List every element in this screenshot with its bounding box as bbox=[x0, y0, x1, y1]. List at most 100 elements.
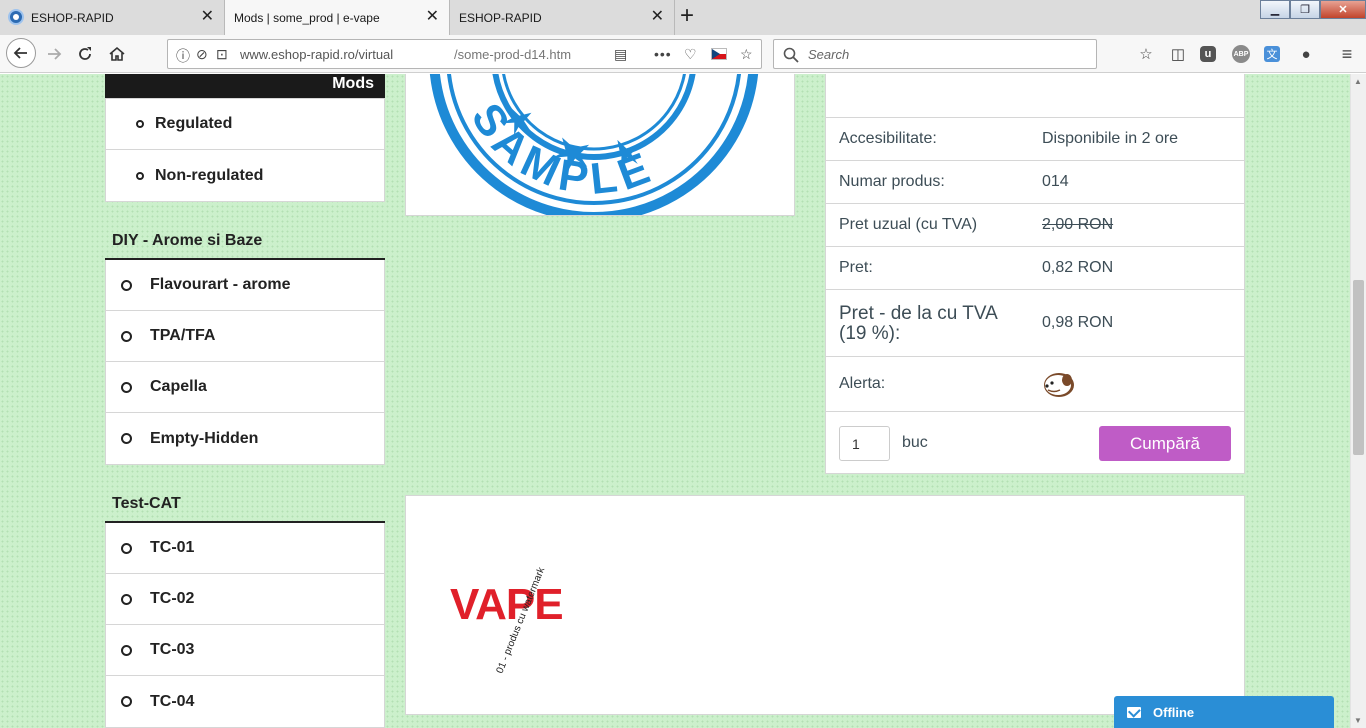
product-info-panel: Accesibilitate: Disponibile in 2 ore Num… bbox=[825, 74, 1245, 474]
sidebar-item-regulated[interactable]: Regulated bbox=[106, 99, 384, 150]
sidebar-item-tpa-tfa[interactable]: TPA/TFA bbox=[106, 311, 384, 362]
category-header-label: Mods bbox=[332, 75, 374, 92]
info-row-availability: Accesibilitate: Disponibile in 2 ore bbox=[826, 117, 1244, 160]
category-heading-test-cat[interactable]: Test-CAT bbox=[112, 495, 181, 513]
buy-button[interactable]: Cumpără bbox=[1099, 426, 1231, 461]
page-actions-menu-icon[interactable]: ••• bbox=[654, 46, 672, 62]
home-button[interactable] bbox=[104, 41, 130, 67]
sidebar-item-tc-01[interactable]: TC-01 bbox=[106, 523, 384, 574]
hamburger-menu-icon[interactable]: ≡ bbox=[1337, 44, 1357, 64]
tab-title: ESHOP-RAPID bbox=[459, 10, 542, 25]
tab-eshop-rapid-1[interactable]: ESHOP-RAPID ✕ bbox=[0, 0, 225, 35]
envelope-icon bbox=[1127, 706, 1141, 718]
tab-title: ESHOP-RAPID bbox=[31, 10, 114, 25]
sidebar-item-tc-04[interactable]: TC-04 bbox=[106, 676, 384, 727]
pocket-icon[interactable]: ♡ bbox=[684, 46, 697, 63]
minimize-button[interactable]: ▁ bbox=[1260, 0, 1290, 19]
product-gallery-image[interactable]: VAPE 01 - produs cu watermark bbox=[405, 495, 1245, 715]
product-image[interactable]: SAMPLE bbox=[405, 74, 795, 216]
translate-icon[interactable]: 文 bbox=[1264, 46, 1280, 62]
tab-close-icon[interactable]: ✕ bbox=[426, 9, 439, 25]
url-bar[interactable]: ⓘ ⊘ ⊡ www.eshop-rapid.ro/virtual /some-p… bbox=[167, 39, 762, 69]
sidebar-item-label: TC-01 bbox=[150, 539, 195, 556]
info-row-usual-price: Pret uzual (cu TVA) 2,00 RON bbox=[826, 203, 1244, 246]
search-bar[interactable] bbox=[773, 39, 1097, 69]
sidebar-item-label: TPA/TFA bbox=[150, 327, 216, 344]
bookmarks-library-icon[interactable]: ☆ bbox=[1136, 44, 1156, 64]
reload-button[interactable] bbox=[72, 41, 98, 67]
price-from-label-line1: Pret - de la cu TVA bbox=[839, 303, 998, 324]
bookmark-star-icon[interactable]: ☆ bbox=[740, 46, 753, 63]
scroll-down-arrow-icon[interactable]: ▼ bbox=[1354, 716, 1362, 725]
bullet-circle-icon bbox=[121, 696, 132, 707]
product-number-label: Numar produs: bbox=[839, 173, 945, 190]
bullet-circle-icon bbox=[121, 593, 132, 605]
product-number-value: 014 bbox=[1042, 173, 1069, 190]
price-alert-button[interactable] bbox=[1042, 369, 1076, 404]
availability-label: Accesibilitate: bbox=[839, 130, 937, 147]
chat-status-label: Offline bbox=[1153, 704, 1195, 720]
tab-close-icon[interactable]: ✕ bbox=[651, 9, 664, 25]
tab-mods-some-prod[interactable]: Mods | some_prod | e-vape ✕ bbox=[225, 0, 450, 36]
mods-submenu: Regulated Non-regulated bbox=[105, 98, 385, 202]
ublock-origin-icon[interactable]: u bbox=[1200, 46, 1216, 62]
browser-nav-bar: ⓘ ⊘ ⊡ www.eshop-rapid.ro/virtual /some-p… bbox=[0, 35, 1366, 73]
reader-view-icon[interactable]: ▤ bbox=[614, 46, 627, 63]
tracking-protection-icon[interactable]: ⊘ bbox=[196, 46, 208, 63]
alert-label: Alerta: bbox=[839, 375, 886, 392]
sidebar-item-label: Non-regulated bbox=[155, 166, 264, 184]
czech-flag-icon[interactable] bbox=[711, 48, 727, 60]
bullet-circle-icon bbox=[121, 279, 132, 291]
sidebar-toggle-icon[interactable]: ◫ bbox=[1168, 44, 1188, 64]
account-icon[interactable]: ● bbox=[1296, 44, 1316, 64]
bullet-circle-icon bbox=[136, 120, 144, 128]
category-header-mods[interactable]: Mods bbox=[105, 74, 385, 98]
scroll-thumb[interactable] bbox=[1353, 280, 1364, 455]
info-row-price-from: Pret - de la cu TVA (19 %): 0,98 RON bbox=[826, 289, 1244, 356]
bullet-circle-icon bbox=[136, 171, 144, 180]
chat-widget-offline[interactable]: Offline bbox=[1114, 696, 1334, 728]
usual-price-label: Pret uzual (cu TVA) bbox=[839, 216, 978, 233]
price-from-label-line2: (19 %): bbox=[839, 323, 901, 344]
search-input[interactable] bbox=[808, 40, 1088, 68]
bullet-circle-icon bbox=[121, 542, 132, 554]
search-icon bbox=[783, 47, 799, 63]
quantity-input[interactable] bbox=[839, 426, 890, 461]
sidebar-item-tc-02[interactable]: TC-02 bbox=[106, 574, 384, 625]
diy-submenu: Flavourart - arome TPA/TFA Capella Empty… bbox=[105, 260, 385, 465]
new-tab-button[interactable]: + bbox=[680, 3, 694, 29]
permissions-icon[interactable]: ⊡ bbox=[216, 46, 228, 63]
category-heading-diy[interactable]: DIY - Arome si Baze bbox=[112, 232, 262, 250]
sidebar-item-empty-hidden[interactable]: Empty-Hidden bbox=[106, 413, 384, 464]
window-close-button[interactable]: ✕ bbox=[1320, 0, 1366, 19]
sidebar-item-tc-03[interactable]: TC-03 bbox=[106, 625, 384, 676]
scroll-up-arrow-icon[interactable]: ▲ bbox=[1354, 77, 1362, 86]
info-row-price: Pret: 0,82 RON bbox=[826, 246, 1244, 289]
url-text: www.eshop-rapid.ro/virtual bbox=[240, 47, 393, 62]
window-controls: ▁ ❐ ✕ bbox=[1260, 0, 1366, 20]
forward-button[interactable] bbox=[41, 41, 67, 67]
url-path-end: /some-prod-d14.htm bbox=[454, 47, 572, 62]
page-scrollbar[interactable]: ▲ ▼ bbox=[1350, 74, 1366, 728]
tab-close-icon[interactable]: ✕ bbox=[201, 9, 214, 25]
tab-eshop-rapid-2[interactable]: ESHOP-RAPID ✕ bbox=[450, 0, 675, 35]
tab-title: Mods | some_prod | e-vape bbox=[234, 11, 380, 25]
adblock-plus-icon[interactable]: ABP bbox=[1232, 45, 1250, 63]
sidebar-item-non-regulated[interactable]: Non-regulated bbox=[106, 150, 384, 201]
reload-icon bbox=[79, 47, 91, 60]
sidebar-item-flavourart[interactable]: Flavourart - arome bbox=[106, 260, 384, 311]
info-icon[interactable]: ⓘ bbox=[176, 46, 190, 66]
price-value: 0,82 RON bbox=[1042, 259, 1114, 276]
sidebar-item-label: TC-03 bbox=[150, 641, 195, 658]
sidebar-item-label: TC-04 bbox=[150, 692, 195, 710]
info-row-product-number: Numar produs: 014 bbox=[826, 160, 1244, 203]
unit-label: buc bbox=[902, 434, 928, 451]
price-from-value: 0,98 RON bbox=[1042, 314, 1114, 331]
dog-alert-icon bbox=[1044, 373, 1074, 397]
flag-triangle bbox=[712, 49, 720, 59]
maximize-button[interactable]: ❐ bbox=[1290, 0, 1320, 19]
info-row-alert: Alerta: bbox=[826, 356, 1244, 411]
sidebar-item-capella[interactable]: Capella bbox=[106, 362, 384, 413]
back-button[interactable] bbox=[6, 38, 36, 68]
usual-price-value: 2,00 RON bbox=[1042, 216, 1114, 233]
